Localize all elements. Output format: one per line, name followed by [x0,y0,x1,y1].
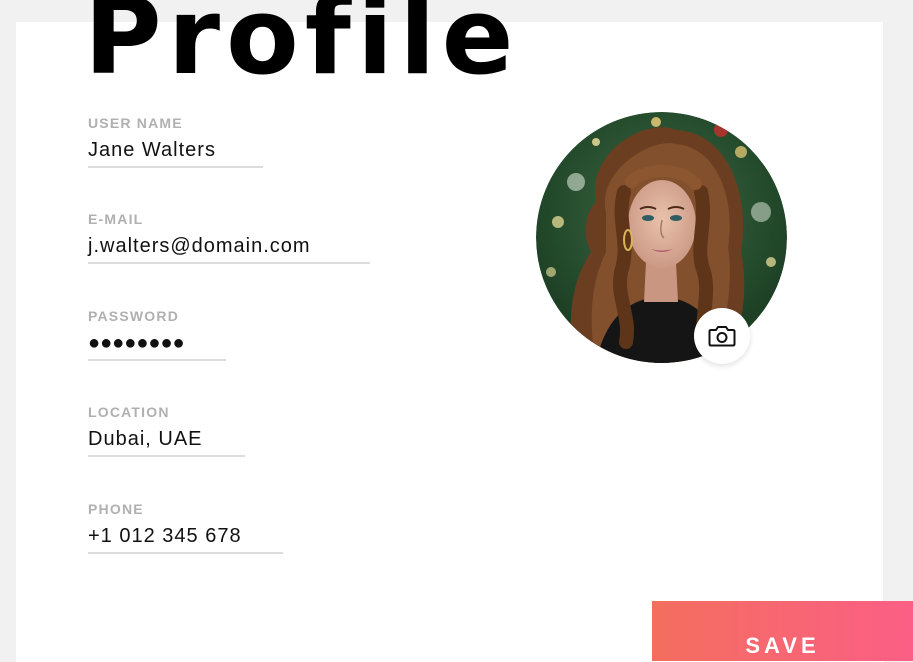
password-input[interactable]: ●●●●●●●● [88,330,226,361]
camera-icon [708,326,736,347]
username-field: USER NAME Jane Walters [88,115,263,168]
username-input[interactable]: Jane Walters [88,137,263,168]
email-label: E-MAIL [88,211,144,227]
phone-field: PHONE +1 012 345 678 [88,501,283,554]
phone-label: PHONE [88,501,144,517]
avatar-container [536,112,787,364]
save-button[interactable]: SAVE [652,601,913,661]
username-label: USER NAME [88,115,183,131]
password-label: PASSWORD [88,308,180,324]
phone-input[interactable]: +1 012 345 678 [88,523,283,554]
email-field: E-MAIL j.walters@domain.com [88,211,370,264]
email-input[interactable]: j.walters@domain.com [88,233,370,264]
avatar [536,112,787,363]
password-field: PASSWORD ●●●●●●●● [88,308,226,361]
page-title: Profile [84,0,520,98]
location-input[interactable]: Dubai, UAE [88,426,245,457]
change-photo-button[interactable] [694,308,750,364]
location-label: LOCATION [88,404,170,420]
location-field: LOCATION Dubai, UAE [88,404,245,457]
